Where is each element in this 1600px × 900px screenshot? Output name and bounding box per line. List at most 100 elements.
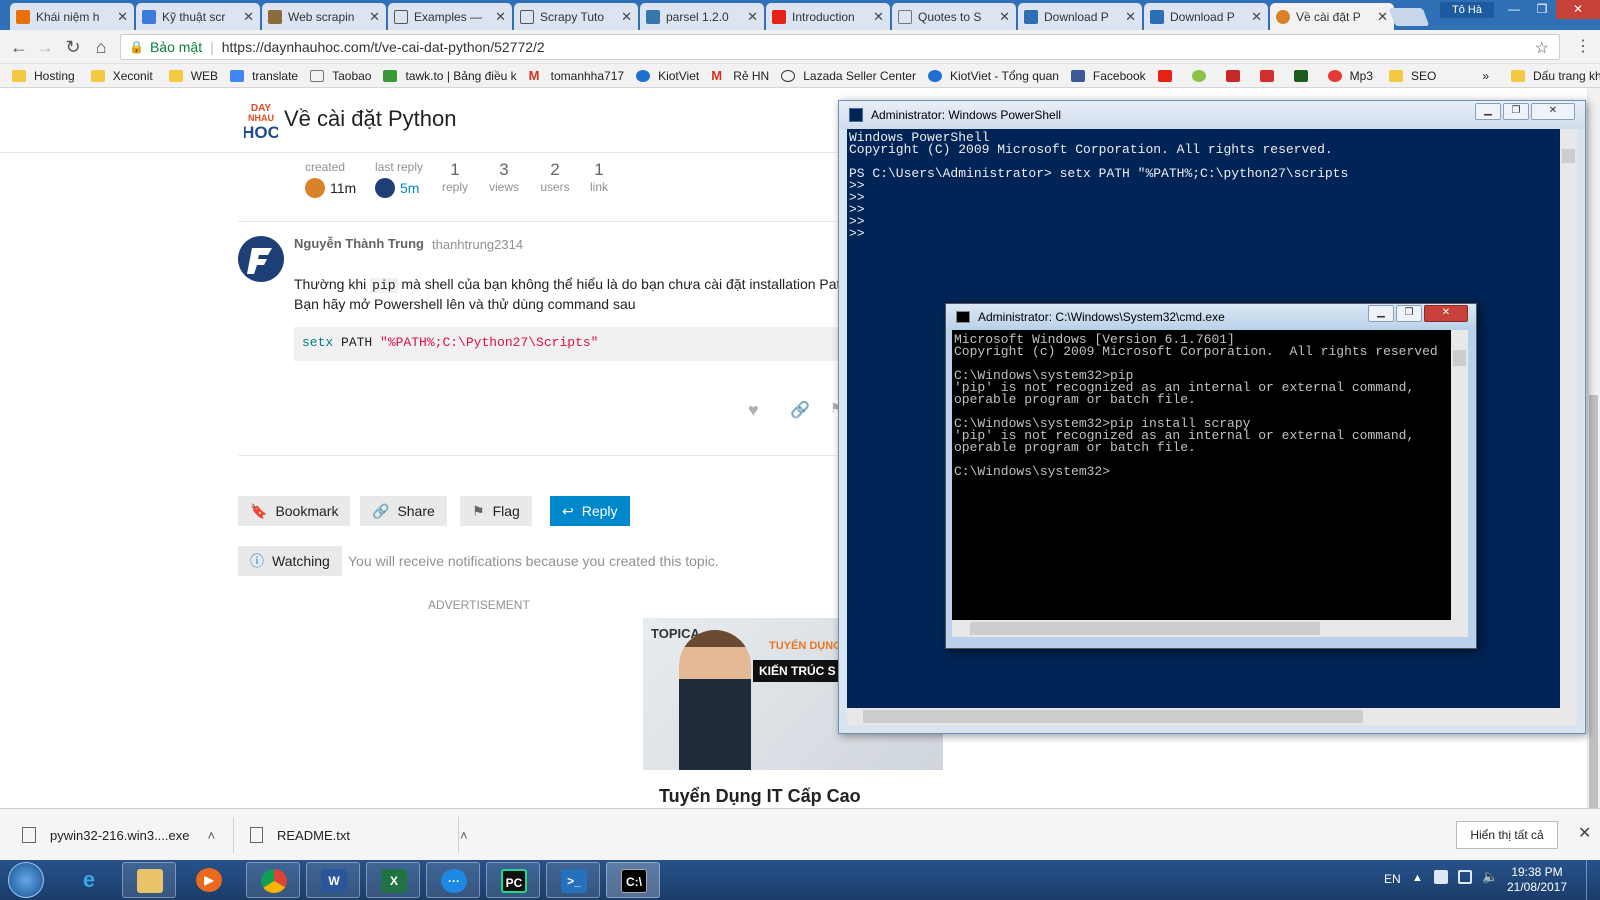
maximize-icon[interactable]: ❐ (1528, 0, 1556, 19)
browser-tab[interactable]: Download P ✕ (1144, 3, 1268, 30)
page-scrollbar-thumb[interactable] (1589, 395, 1598, 815)
bookmark-seo[interactable]: SEO (1388, 69, 1436, 83)
taskbar-ie[interactable]: e (62, 862, 116, 898)
close-tab-icon[interactable]: ✕ (621, 9, 632, 25)
new-tab-button[interactable] (1388, 8, 1430, 26)
close-icon[interactable]: ✕ (1424, 305, 1468, 322)
meta-created[interactable]: created 11m (305, 160, 356, 201)
bookmark-site-d[interactable] (1293, 69, 1316, 82)
taskbar-excel[interactable]: X (366, 862, 420, 898)
taskbar-explorer[interactable] (122, 862, 176, 898)
bookmark-tawkto[interactable]: tawk.to | Bảng điều k (383, 69, 517, 83)
action-center-icon[interactable] (1434, 870, 1448, 884)
minimize-icon[interactable]: ▁ (1368, 305, 1394, 322)
cmd-window[interactable]: Administrator: C:\Windows\System32\cmd.e… (945, 303, 1477, 649)
close-tab-icon[interactable]: ✕ (117, 9, 128, 25)
bookmark-translate[interactable]: translate (230, 69, 298, 83)
close-tab-icon[interactable]: ✕ (747, 9, 758, 25)
close-window-icon[interactable]: ✕ (1556, 0, 1600, 19)
taskbar-messenger[interactable]: ··· (426, 862, 480, 898)
scrollbar-thumb[interactable] (863, 710, 1363, 723)
cmd-console-output[interactable]: Microsoft Windows [Version 6.1.7601] Cop… (952, 330, 1451, 620)
language-indicator[interactable]: EN (1384, 872, 1401, 886)
close-icon[interactable]: ✕ (1531, 103, 1575, 120)
reload-icon[interactable]: ↻ (62, 38, 84, 56)
bookmark-site-a[interactable] (1191, 69, 1214, 82)
ad-title[interactable]: Tuyển Dụng IT Cấp Cao (659, 786, 861, 807)
show-hidden-icons-icon[interactable]: ▲ (1412, 872, 1423, 884)
menu-icon[interactable]: ⋮ (1572, 38, 1594, 56)
show-all-downloads-button[interactable]: Hiển thị tất cả (1456, 821, 1558, 849)
taskbar-powershell[interactable]: >_ (546, 862, 600, 898)
topic-title[interactable]: Về cài đặt Python (284, 106, 456, 132)
back-icon[interactable]: ← (8, 38, 30, 56)
bookmark-taobao[interactable]: Taobao (310, 69, 371, 83)
cmd-vertical-scrollbar[interactable] (1451, 330, 1468, 620)
bookmark-facebook[interactable]: Facebook (1070, 69, 1146, 83)
notification-level-button[interactable]: ⓘ Watching (238, 546, 342, 576)
browser-tab-active[interactable]: Về cài đặt P ✕ (1270, 3, 1394, 30)
scrollbar-thumb[interactable] (970, 622, 1320, 635)
close-tab-icon[interactable]: ✕ (1251, 9, 1262, 25)
powershell-titlebar[interactable]: Administrator: Windows PowerShell ▁ ❐ ✕ (839, 101, 1585, 129)
browser-tab[interactable]: parsel 1.2.0 ✕ (640, 3, 764, 30)
bookmark-site-b[interactable] (1225, 69, 1248, 82)
close-tab-icon[interactable]: ✕ (1125, 9, 1136, 25)
system-clock[interactable]: 19:38 PM 21/08/2017 (1502, 865, 1572, 895)
flag-button[interactable]: ⚑ Flag (460, 496, 532, 526)
browser-tab[interactable]: Khái niệm h ✕ (10, 3, 134, 30)
site-logo[interactable]: DAY NHAU HOC (242, 100, 280, 142)
bookmark-gmail-tomanhha[interactable]: Mtomanhha717 (529, 69, 624, 83)
taskbar-word[interactable]: W (306, 862, 360, 898)
download-item[interactable]: README.txt ˄ (250, 809, 468, 861)
bookmark-lazada[interactable]: Lazada Seller Center (781, 69, 916, 83)
close-tab-icon[interactable]: ✕ (1377, 9, 1388, 25)
other-bookmarks[interactable]: Dấu trang khác (1511, 69, 1600, 83)
bookmark-kiotviet-overview[interactable]: KiotViet - Tổng quan (927, 69, 1059, 83)
bookmarks-overflow-button[interactable]: » (1482, 69, 1489, 83)
minimize-icon[interactable]: — (1500, 0, 1528, 19)
bookmark-button[interactable]: 🔖 Bookmark (238, 496, 351, 526)
author-avatar[interactable] (238, 236, 284, 282)
cmd-horizontal-scrollbar[interactable] (952, 620, 1468, 637)
share-button[interactable]: 🔗 Share (360, 496, 447, 526)
powershell-horizontal-scrollbar[interactable] (847, 708, 1577, 725)
browser-tab[interactable]: Download P ✕ (1018, 3, 1142, 30)
cmd-titlebar[interactable]: Administrator: C:\Windows\System32\cmd.e… (946, 304, 1476, 330)
powershell-vertical-scrollbar[interactable] (1560, 129, 1577, 708)
bookmark-gmail-rehn[interactable]: M Rẻ HN (711, 69, 769, 83)
maximize-icon[interactable]: ❐ (1503, 103, 1529, 120)
browser-tab[interactable]: Scrapy Tuto ✕ (514, 3, 638, 30)
scrollbar-thumb[interactable] (1562, 149, 1575, 163)
bookmark-star-icon[interactable]: ☆ (1535, 38, 1549, 58)
browser-tab[interactable]: Introduction ✕ (766, 3, 890, 30)
browser-tab[interactable]: Web scrapin ✕ (262, 3, 386, 30)
forward-icon[interactable]: → (34, 38, 56, 56)
chevron-up-icon[interactable]: ˄ (207, 828, 215, 843)
browser-tab[interactable]: Quotes to S ✕ (892, 3, 1016, 30)
volume-icon[interactable]: 🔈 (1482, 869, 1498, 885)
minimize-icon[interactable]: ▁ (1475, 103, 1501, 120)
start-button[interactable] (8, 862, 44, 898)
taskbar-pycharm[interactable]: PC (486, 862, 540, 898)
show-desktop-button[interactable] (1586, 860, 1600, 900)
bookmark-site-c[interactable] (1259, 69, 1282, 82)
link-icon[interactable]: 🔗 (790, 400, 810, 420)
download-item[interactable]: pywin32-216.win3....exe ˄ (22, 809, 215, 861)
bookmark-mp3[interactable]: Mp3 (1327, 69, 1373, 83)
bookmark-web[interactable]: WEB (168, 69, 218, 83)
close-tab-icon[interactable]: ✕ (495, 9, 506, 25)
bookmark-kiotviet[interactable]: KiotViet (636, 69, 699, 83)
taskbar-media-player[interactable]: ▶ (182, 862, 236, 898)
close-tab-icon[interactable]: ✕ (243, 9, 254, 25)
network-icon[interactable] (1458, 870, 1472, 884)
taskbar-chrome[interactable] (246, 862, 300, 898)
close-tab-icon[interactable]: ✕ (873, 9, 884, 25)
browser-tab[interactable]: Examples — ✕ (388, 3, 512, 30)
home-icon[interactable]: ⌂ (90, 38, 112, 56)
like-icon[interactable]: ♥ (748, 400, 759, 421)
chevron-up-icon[interactable]: ˄ (460, 828, 468, 843)
taskbar-cmd[interactable]: C:\ (606, 862, 660, 898)
reply-button[interactable]: ↩ Reply (550, 496, 630, 526)
bookmark-youtube[interactable] (1157, 69, 1180, 82)
